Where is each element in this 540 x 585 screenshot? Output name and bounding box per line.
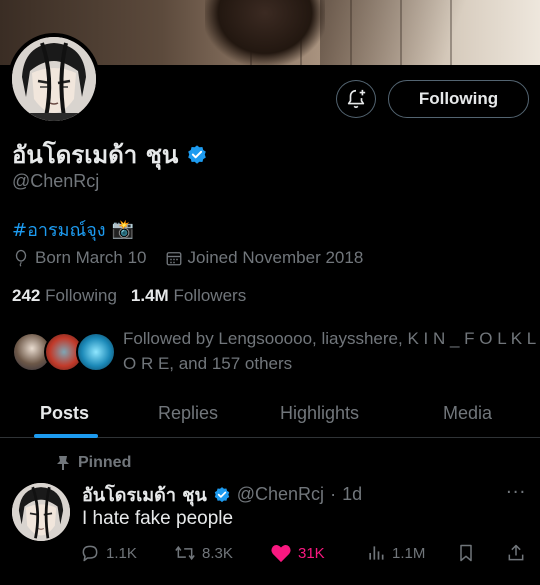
followers-stat[interactable]: 1.4M Followers: [131, 286, 246, 306]
born-item: Born March 10: [12, 248, 147, 268]
post-author-handle[interactable]: @ChenRcj: [237, 484, 324, 505]
post-actions: 1.1K 8.3K 31K 1.1M: [80, 540, 530, 566]
notifications-button[interactable]: [336, 80, 376, 118]
reply-count: 1.1K: [106, 544, 137, 562]
following-count: 242: [12, 286, 41, 305]
camera-flash-emoji: 📸: [111, 219, 134, 240]
views-chart-icon: [369, 546, 384, 560]
followed-by-row[interactable]: Followed by Lengsooooo, liaysshere, K I …: [12, 326, 536, 378]
followed-by-text: Followed by Lengsooooo, liaysshere, K I …: [123, 329, 536, 373]
post-separator: ·: [330, 484, 337, 504]
profile-avatar[interactable]: [8, 33, 100, 125]
like-count: 31K: [298, 544, 325, 562]
repost-button[interactable]: 8.3K: [174, 540, 233, 566]
verified-badge-icon[interactable]: [186, 144, 208, 166]
repost-icon: [175, 545, 195, 561]
followers-count: 1.4M: [130, 286, 169, 305]
views-count: 1.1M: [392, 544, 426, 562]
profile-meta: Born March 10 Joined November 2018: [12, 248, 381, 268]
like-button[interactable]: 31K: [270, 540, 325, 566]
followers-label: Followers: [173, 286, 247, 305]
bell-plus-icon: [347, 89, 366, 109]
profile-handle: @ChenRcj: [12, 171, 100, 191]
avatar-illustration: [12, 483, 70, 541]
tab-media[interactable]: Media: [443, 388, 492, 438]
active-tab-indicator: [34, 434, 98, 438]
follower-avatar: [76, 332, 116, 372]
verified-badge-icon[interactable]: [213, 486, 231, 504]
tab-posts[interactable]: Posts: [40, 388, 89, 438]
balloon-icon: [15, 249, 27, 267]
more-options-icon[interactable]: ···: [506, 482, 526, 503]
following-label: Following: [45, 286, 117, 305]
post-author-avatar[interactable]: [12, 483, 70, 541]
joined-item: Joined November 2018: [165, 248, 364, 268]
display-name-text: อันโดรเมด้า ชุน: [12, 141, 179, 169]
post-author-name[interactable]: อันโดรเมด้า ชุน: [82, 480, 207, 509]
profile-bio: #อารมณ์จุง 📸: [12, 215, 134, 244]
calendar-icon: [166, 252, 181, 266]
reply-icon: [82, 545, 98, 562]
bio-hashtag-link[interactable]: #อารมณ์จุง: [12, 215, 106, 244]
following-button[interactable]: Following: [388, 80, 529, 118]
views-button[interactable]: 1.1M: [366, 540, 425, 566]
bookmark-button[interactable]: [456, 540, 476, 566]
profile-stats: 242 Following 1.4M Followers: [12, 286, 246, 306]
born-text: Born March 10: [35, 248, 147, 267]
avatar-illustration: [12, 37, 96, 121]
tab-replies[interactable]: Replies: [158, 388, 218, 438]
following-stat[interactable]: 242 Following: [12, 286, 117, 306]
heart-icon: [271, 545, 291, 563]
pinned-label: Pinned: [78, 454, 132, 471]
profile-display-name: อันโดรเมด้า ชุน: [12, 135, 208, 174]
repost-count: 8.3K: [202, 544, 233, 562]
tab-highlights[interactable]: Highlights: [280, 388, 359, 438]
share-button[interactable]: [506, 540, 526, 566]
bookmark-icon: [460, 544, 472, 562]
share-icon: [508, 544, 524, 561]
pin-icon: [57, 456, 69, 470]
post-text: I hate fake people: [82, 508, 234, 529]
reply-button[interactable]: 1.1K: [80, 540, 137, 566]
post-header: อันโดรเมด้า ชุน @ChenRcj · 1d: [82, 480, 362, 509]
joined-text: Joined November 2018: [187, 248, 364, 267]
profile-tabs: Posts Replies Highlights Media: [0, 388, 540, 438]
post-timestamp[interactable]: 1d: [342, 484, 362, 505]
pinned-indicator: Pinned: [56, 454, 131, 472]
